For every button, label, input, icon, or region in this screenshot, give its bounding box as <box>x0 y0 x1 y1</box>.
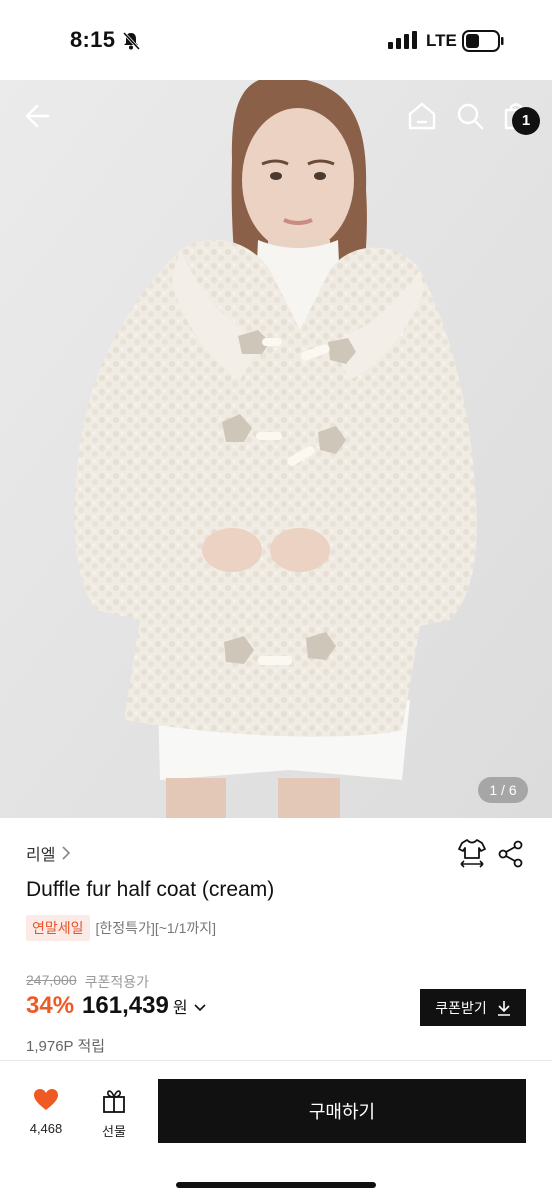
gift-label: 선물 <box>102 1124 126 1139</box>
chevron-right-icon <box>62 846 71 860</box>
brand-name: 리엘 <box>26 847 56 864</box>
arrow-left-icon <box>25 104 50 128</box>
promo-tags: 연말세일 [한정특가][~1/1까지] <box>26 915 216 941</box>
back-button[interactable] <box>20 98 56 134</box>
like-count: 4,468 <box>29 1121 63 1136</box>
coupon-button-label: 쿠폰받기 <box>435 999 487 1016</box>
share-button[interactable] <box>498 840 524 868</box>
brand-link[interactable]: 리엘 <box>26 841 71 865</box>
product-image-carousel[interactable]: 1 1 / 6 <box>0 80 552 818</box>
shirt-size-icon <box>458 839 486 868</box>
buy-button-label: 구매하기 <box>308 1102 376 1122</box>
home-icon <box>408 102 436 130</box>
get-coupon-button[interactable]: 쿠폰받기 <box>420 989 526 1026</box>
status-time: 8:15 <box>70 27 116 52</box>
product-title: Duffle fur half coat (cream) <box>26 878 275 901</box>
battery-icon <box>462 30 504 52</box>
reward-points: 1,976P 적립 <box>26 1038 106 1055</box>
like-button[interactable]: 4,468 <box>18 1088 74 1138</box>
search-icon <box>457 103 484 130</box>
image-counter: 1 / 6 <box>478 777 528 803</box>
heart-icon <box>34 1089 58 1110</box>
size-guide-button[interactable] <box>458 838 486 868</box>
coupon-applied-note: 쿠폰적용가 <box>84 974 150 990</box>
promo-note: [한정특가][~1/1까지] <box>95 920 217 936</box>
home-button[interactable] <box>404 98 440 134</box>
discount-rate: 34% <box>26 992 75 1019</box>
product-photo <box>0 80 552 818</box>
original-price-row: 247,000 쿠폰적용가 <box>26 972 149 992</box>
gift-icon <box>103 1090 125 1113</box>
download-icon <box>497 1000 510 1016</box>
network-label: LTE <box>426 31 457 50</box>
sale-tag: 연말세일 <box>26 915 90 941</box>
status-bar: 8:15 LTE <box>0 0 552 80</box>
share-icon <box>498 840 523 868</box>
gift-button[interactable]: 선물 <box>88 1088 140 1139</box>
cart-count-badge: 1 <box>512 107 540 135</box>
price-details-toggle[interactable]: 34% 161,439 원 <box>26 992 206 1020</box>
original-price: 247,000 <box>26 972 77 988</box>
bell-slash-icon <box>122 31 141 51</box>
search-button[interactable] <box>452 98 488 134</box>
sale-price: 161,439 <box>82 992 169 1019</box>
chevron-down-icon <box>193 1004 206 1012</box>
currency-label: 원 <box>172 1000 188 1017</box>
home-indicator <box>176 1182 376 1188</box>
divider <box>0 1060 552 1061</box>
buy-button[interactable]: 구매하기 <box>158 1079 526 1143</box>
signal-icon <box>388 31 417 49</box>
